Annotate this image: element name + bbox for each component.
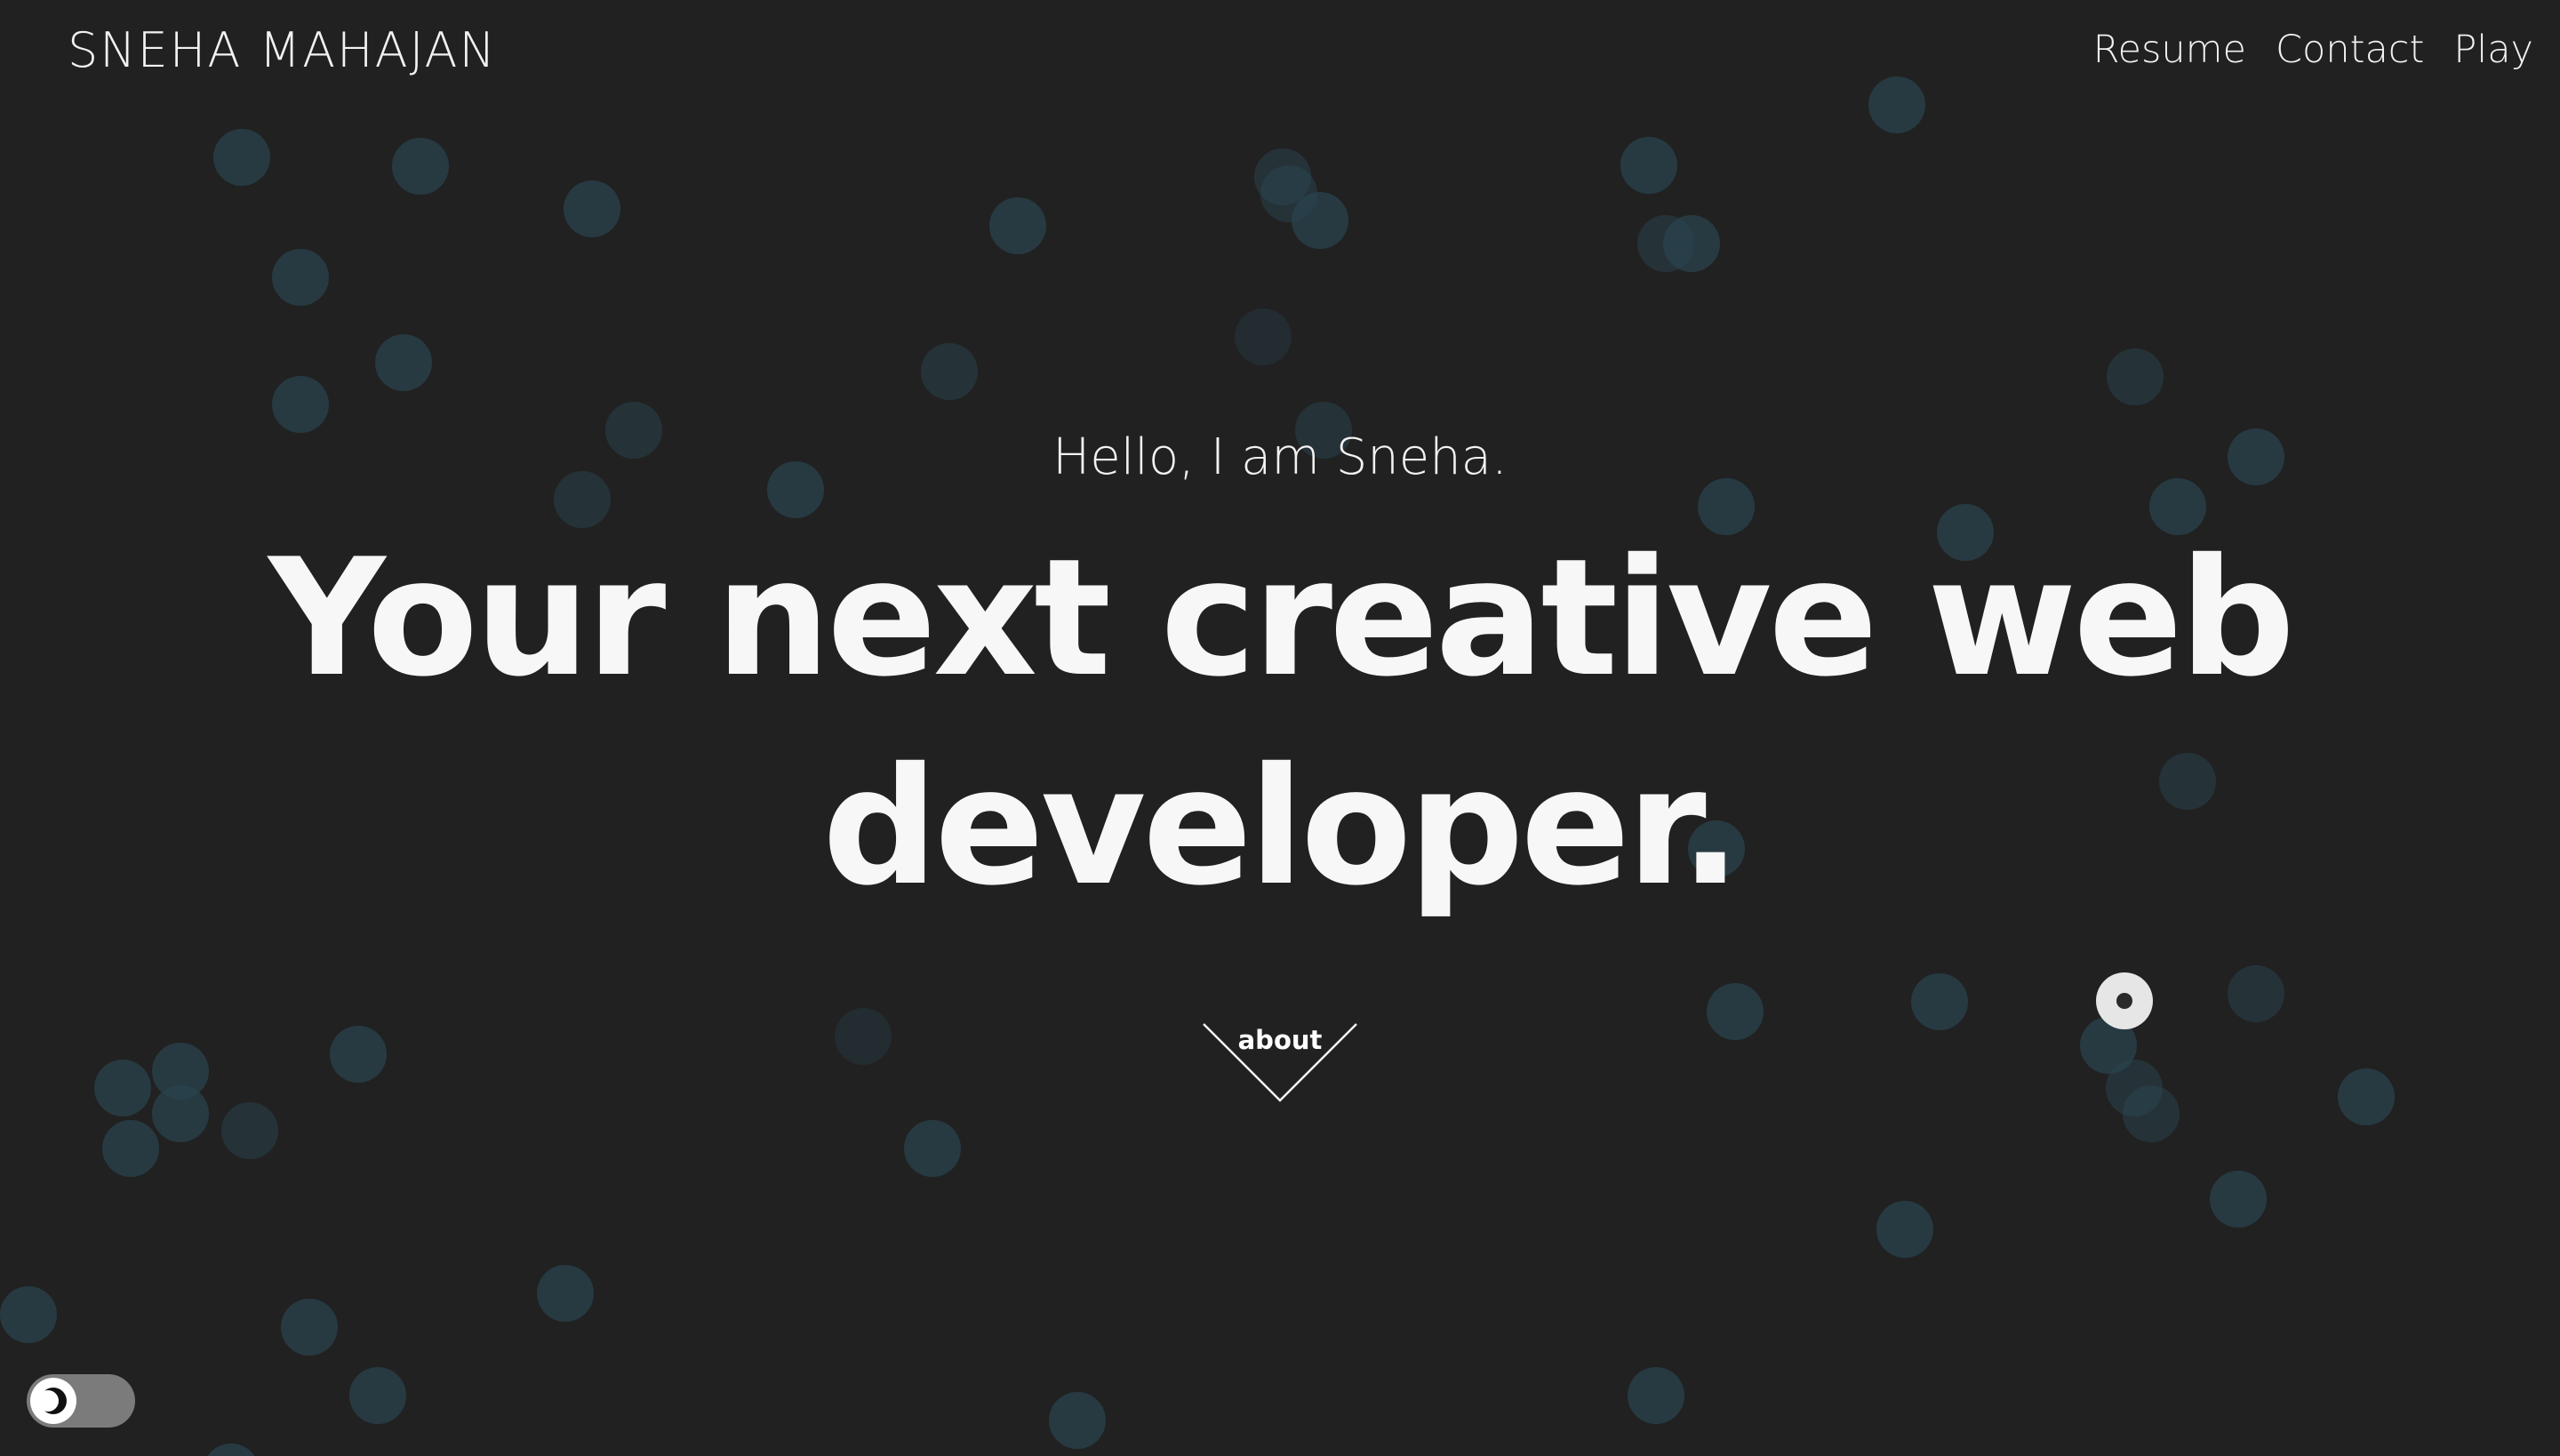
cursor-ring-icon — [2096, 972, 2153, 1029]
bubble — [203, 1444, 260, 1456]
hero-greeting: Hello, I am Sneha. — [1052, 428, 1508, 486]
bubble — [2123, 1085, 2180, 1142]
bubble — [904, 1120, 961, 1177]
bubble — [1620, 137, 1677, 194]
toggle-knob — [30, 1378, 76, 1424]
bubble — [152, 1085, 209, 1142]
bubble — [537, 1265, 594, 1322]
theme-toggle-switch[interactable] — [27, 1374, 135, 1428]
bubble — [349, 1367, 406, 1424]
bubble — [213, 129, 270, 186]
bubble — [281, 1299, 338, 1356]
main-nav: Resume Contact Play — [2093, 21, 2533, 78]
bubble — [2210, 1171, 2267, 1228]
site-header: SNEHA MAHAJAN Resume Contact Play — [0, 0, 2560, 102]
nav-link-resume[interactable]: Resume — [2093, 21, 2246, 78]
bubble — [921, 343, 978, 400]
nav-link-play[interactable]: Play — [2453, 21, 2533, 78]
bubble — [152, 1043, 209, 1100]
bubble — [1628, 1367, 1684, 1424]
brand-logo-link[interactable]: SNEHA MAHAJAN — [68, 20, 497, 82]
bubble — [835, 1008, 892, 1065]
bubble — [2338, 1068, 2395, 1125]
hero-headline: Your next creative web developer. — [0, 514, 2560, 932]
about-label: about — [1237, 1025, 1323, 1055]
bubble — [102, 1120, 159, 1177]
bubble — [989, 197, 1046, 254]
bubble — [221, 1102, 278, 1159]
bubble — [1663, 215, 1720, 272]
bubble — [2106, 1060, 2163, 1116]
bubble — [2228, 965, 2284, 1022]
cursor-dot — [2116, 993, 2132, 1009]
bubble — [1637, 215, 1694, 272]
bubble — [392, 138, 449, 195]
nav-link-contact[interactable]: Contact — [2276, 21, 2424, 78]
bubble — [1260, 165, 1317, 222]
bubble — [1292, 192, 1348, 249]
bubble — [1235, 308, 1292, 365]
hero-headline-line-2: developer. — [822, 732, 1741, 921]
bubble — [1707, 983, 1764, 1040]
bubble — [1876, 1201, 1933, 1258]
bubble — [2107, 348, 2164, 405]
bubble — [564, 180, 620, 237]
moon-icon — [37, 1388, 67, 1414]
bubble — [1911, 973, 1968, 1030]
hero-headline-line-1: Your next creative web — [268, 524, 2295, 712]
bubble — [272, 249, 329, 306]
bubble — [94, 1060, 151, 1116]
bubble — [1049, 1392, 1106, 1449]
hero-section: Hello, I am Sneha. Your next creative we… — [0, 409, 2560, 932]
about-scroll-link[interactable]: about — [1202, 1020, 1358, 1102]
bubble — [1254, 148, 1311, 205]
bubble — [375, 334, 432, 391]
bubble — [330, 1026, 387, 1083]
bubble — [0, 1286, 57, 1343]
